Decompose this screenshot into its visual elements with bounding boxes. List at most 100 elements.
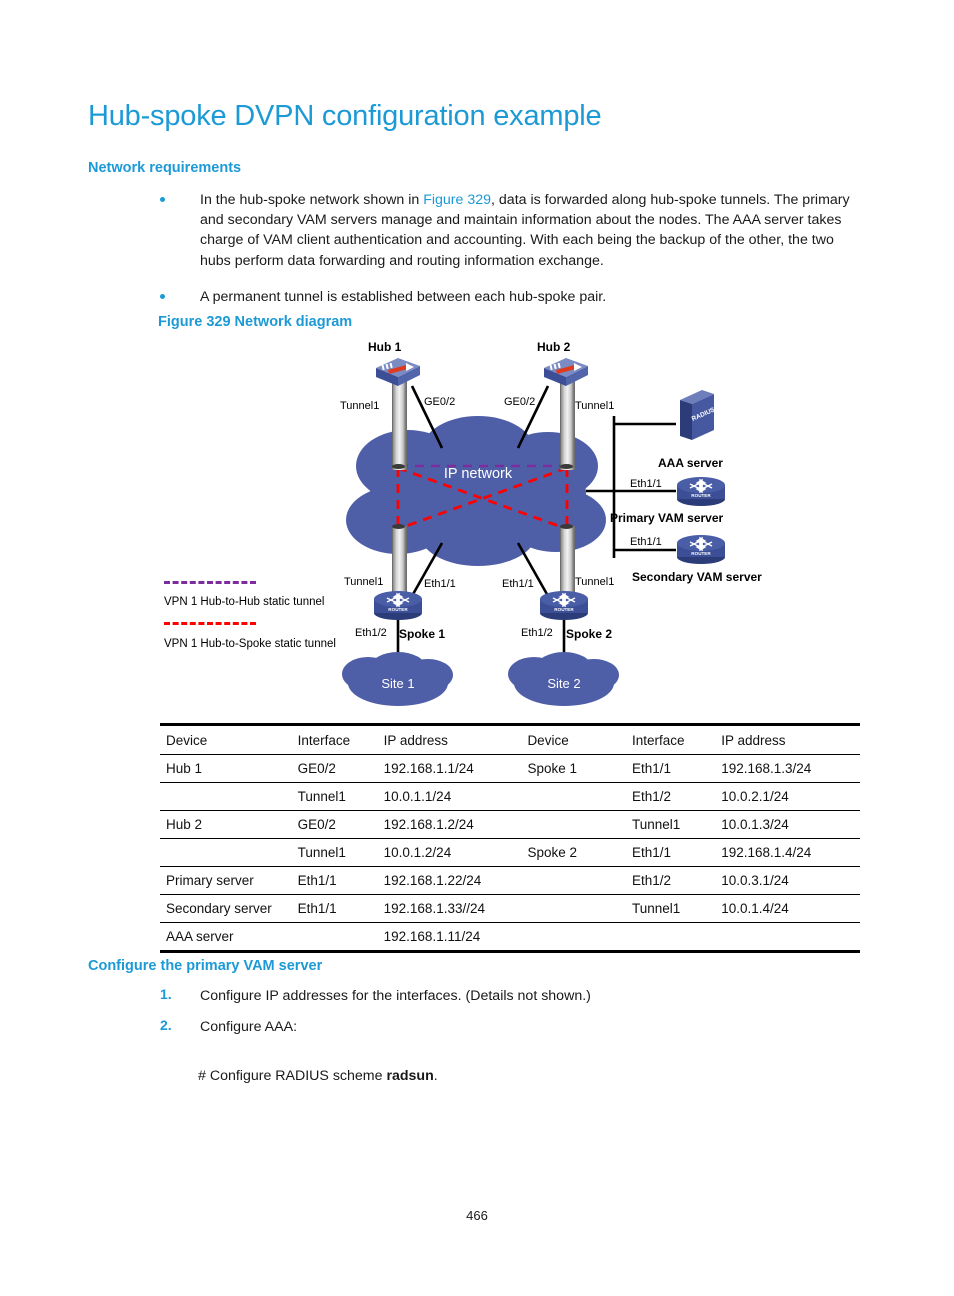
cell-device2 xyxy=(521,811,626,839)
cell-device2: Spoke 1 xyxy=(527,761,577,776)
cell-ip2: 10.0.1.4/24 xyxy=(721,901,789,916)
iface-spoke2-tunnel1: Tunnel1 xyxy=(575,576,615,588)
cell-interface2: Eth1/1 xyxy=(631,761,672,776)
col-header-interface-1: Interface xyxy=(291,724,378,755)
table-row: Tunnel1 10.0.1.1/24 Eth1/2 10.0.2.1/24 xyxy=(160,783,860,811)
col-header-device-2: Device xyxy=(521,724,626,755)
site2-label: Site 2 xyxy=(547,676,580,691)
legend-dash-hub-to-spoke xyxy=(164,622,256,625)
cell-ip: 192.168.1.11/24 xyxy=(383,929,481,944)
pipe-cap xyxy=(560,524,573,529)
spoke2-router-icon: ROUTER xyxy=(540,591,588,620)
table-row: AAA server 192.168.1.11/24 xyxy=(160,923,860,952)
cell-ip: 192.168.1.22/24 xyxy=(383,873,482,888)
section-heading-network-requirements: Network requirements xyxy=(88,160,242,176)
hub2-label: Hub 2 xyxy=(537,340,571,354)
cell-device2 xyxy=(521,923,626,952)
cell-device: Secondary server xyxy=(166,901,272,916)
cell-ip2: 10.0.1.3/24 xyxy=(721,817,789,832)
iface-hub2-tunnel1: Tunnel1 xyxy=(575,400,615,412)
iface-hub2-ge02: GE0/2 xyxy=(504,396,536,408)
pipe-hub1-tunnel xyxy=(392,380,407,470)
page-title: Hub-spoke DVPN configuration example xyxy=(88,100,602,132)
list-item: 1. Configure IP addresses for the interf… xyxy=(160,986,860,1006)
cell-device xyxy=(160,839,292,867)
pipe-hub2-tunnel xyxy=(560,380,575,470)
aaa-radius-server-icon: RADIUS xyxy=(680,390,716,440)
iface-primary-eth11: Eth1/1 xyxy=(630,478,662,490)
hub2-switch-icon xyxy=(544,358,588,386)
cell-ip2: 10.0.2.1/24 xyxy=(721,789,789,804)
col-header-device-1: Device xyxy=(160,724,292,755)
table-row: Tunnel1 10.0.1.2/24 Spoke 2 Eth1/1 192.1… xyxy=(160,839,860,867)
legend-dash-hub-to-hub xyxy=(164,581,256,584)
col-header-ip-1: IP address xyxy=(377,724,522,755)
list-item: A permanent tunnel is established betwee… xyxy=(160,287,866,307)
cell-ip: 192.168.1.2/24 xyxy=(383,817,474,832)
configure-steps-list: 1. Configure IP addresses for the interf… xyxy=(160,986,860,1048)
cell-ip2 xyxy=(715,923,860,952)
pipe-cap xyxy=(392,524,405,529)
section-heading-configure-primary-vam: Configure the primary VAM server xyxy=(88,958,323,974)
pipe-cap xyxy=(392,464,405,469)
iface-spoke1-eth12: Eth1/2 xyxy=(355,627,387,639)
pipe-cap xyxy=(560,464,573,469)
cell-interface2: Eth1/2 xyxy=(631,873,672,888)
cell-device: Hub 2 xyxy=(166,817,203,832)
document-page: Hub-spoke DVPN configuration example Net… xyxy=(0,0,954,1296)
table-row: Hub 1 GE0/2 192.168.1.1/24 Spoke 1 Eth1/… xyxy=(160,755,860,783)
network-address-table: Device Interface IP address Device Inter… xyxy=(160,723,860,953)
cell-device2 xyxy=(521,895,626,923)
spoke1-label: Spoke 1 xyxy=(399,627,446,641)
command-comment-line: # Configure RADIUS scheme radsun. xyxy=(198,1068,438,1084)
cell-ip2: 192.168.1.4/24 xyxy=(721,845,812,860)
svg-text:ROUTER: ROUTER xyxy=(388,607,408,612)
step-text: Configure IP addresses for the interface… xyxy=(200,988,591,1004)
cell-device2 xyxy=(521,783,626,811)
iface-spoke2-eth12: Eth1/2 xyxy=(521,627,553,639)
iface-spoke1-tunnel1: Tunnel1 xyxy=(344,576,384,588)
cell-device: Hub 1 xyxy=(166,761,203,776)
cell-ip: 10.0.1.2/24 xyxy=(383,845,452,860)
step-number: 1. xyxy=(160,986,172,1002)
cell-interface: Tunnel1 xyxy=(297,789,346,804)
cell-interface2: Tunnel1 xyxy=(631,901,681,916)
secondary-vam-label: Secondary VAM server xyxy=(632,570,762,584)
cell-device2 xyxy=(521,867,626,895)
figure-329-link[interactable]: Figure 329 xyxy=(423,192,491,208)
cell-interface: GE0/2 xyxy=(297,761,336,776)
figure-caption: Figure 329 Network diagram xyxy=(158,314,353,330)
bullet-dot-icon xyxy=(160,197,165,202)
svg-text:ROUTER: ROUTER xyxy=(554,607,574,612)
spoke2-label: Spoke 2 xyxy=(566,627,613,641)
col-header-ip-2: IP address xyxy=(715,724,860,755)
cell-interface: Eth1/1 xyxy=(297,873,337,888)
iface-hub1-ge02: GE0/2 xyxy=(424,396,456,408)
page-number: 466 xyxy=(466,1208,488,1223)
cell-ip2: 192.168.1.3/24 xyxy=(721,761,812,776)
step-text: Configure AAA: xyxy=(200,1019,298,1035)
bullet-text-pre: In the hub-spoke network shown in xyxy=(200,192,424,208)
iface-spoke2-eth11: Eth1/1 xyxy=(502,578,534,590)
iface-hub1-tunnel1: Tunnel1 xyxy=(340,400,380,412)
table-header-row: Device Interface IP address Device Inter… xyxy=(160,724,860,755)
command-suffix: . xyxy=(433,1068,438,1084)
list-item: 2. Configure AAA: xyxy=(160,1017,860,1037)
cell-ip2: 10.0.3.1/24 xyxy=(721,873,789,888)
cell-interface2: Eth1/2 xyxy=(631,789,672,804)
table-row: Secondary server Eth1/1 192.168.1.33//24… xyxy=(160,895,860,923)
secondary-vam-server-icon: ROUTER xyxy=(677,535,725,564)
cell-interface2: Eth1/1 xyxy=(631,845,672,860)
site1-label: Site 1 xyxy=(381,676,414,691)
table-row: Hub 2 GE0/2 192.168.1.2/24 Tunnel1 10.0.… xyxy=(160,811,860,839)
spoke1-router-icon: ROUTER xyxy=(374,591,422,620)
table-row: Primary server Eth1/1 192.168.1.22/24 Et… xyxy=(160,867,860,895)
cell-device2: Spoke 2 xyxy=(527,845,577,860)
cell-interface2: Tunnel1 xyxy=(631,817,681,832)
hub1-label: Hub 1 xyxy=(368,340,402,354)
svg-text:ROUTER: ROUTER xyxy=(691,493,711,498)
cell-interface xyxy=(292,923,378,952)
legend-label-hub-to-spoke: VPN 1 Hub-to-Spoke static tunnel xyxy=(164,638,336,650)
aaa-server-label: AAA server xyxy=(658,456,723,470)
hub1-switch-icon xyxy=(376,358,420,386)
